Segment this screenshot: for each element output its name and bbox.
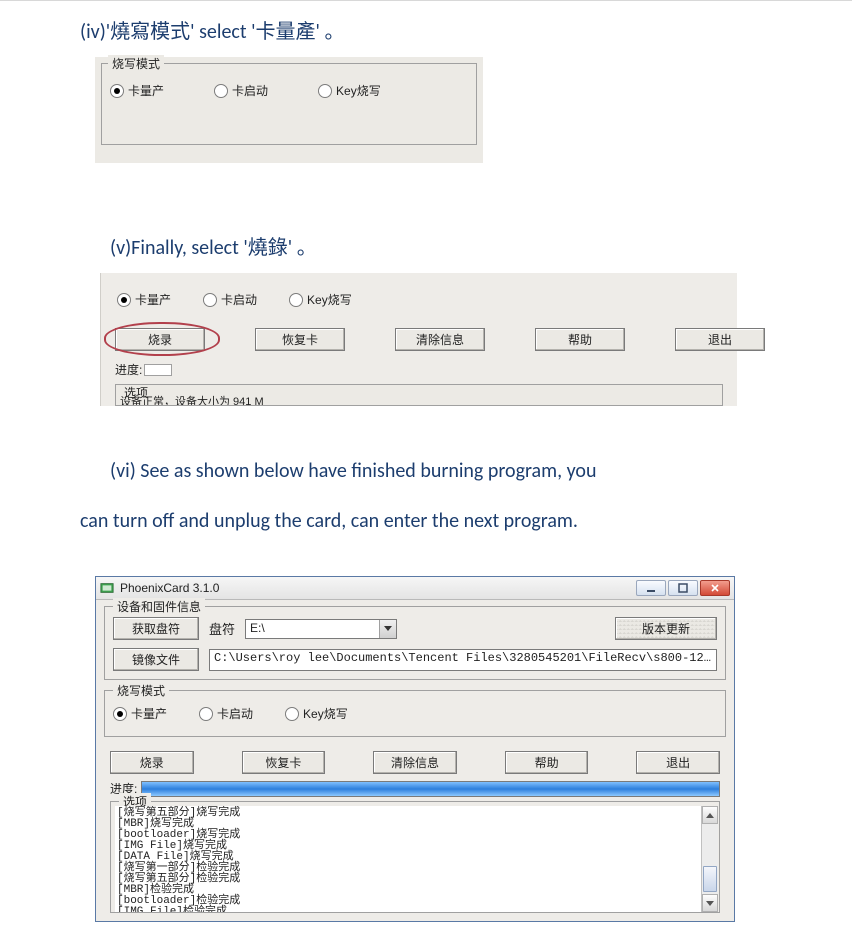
minimize-button[interactable] [636, 580, 666, 596]
burn-mode-legend: 烧写模式 [108, 55, 164, 72]
doc-step-vi-b: can turn off and unplug the card, can en… [80, 496, 772, 536]
progress-bar [141, 781, 720, 797]
options-status-text: 设备正常，设备大小为 941 M [120, 393, 264, 406]
disk-label: 盘符 [209, 619, 235, 638]
restore-button[interactable]: 恢复卡 [255, 328, 345, 351]
chevron-down-icon [379, 620, 396, 638]
help-button[interactable]: 帮助 [535, 328, 625, 351]
radio-mass-production[interactable]: 卡量产 [110, 82, 164, 99]
scrollbar[interactable] [701, 806, 718, 912]
scroll-up-icon[interactable] [702, 806, 718, 824]
burn-mode-group: 烧写模式 卡量产 卡启动 Key烧写 [104, 690, 726, 737]
radio-label: 卡量产 [128, 82, 164, 99]
app-icon [100, 581, 114, 595]
radio-label: Key烧写 [307, 291, 352, 308]
radio-label: 卡启动 [217, 705, 253, 722]
scroll-track[interactable] [702, 824, 718, 894]
radio-mass-production[interactable]: 卡量产 [113, 705, 167, 722]
fig-burn-buttons: 卡量产 卡启动 Key烧写 烧录 恢复卡 清除信息 帮助 退出 进度: 选项 设… [100, 273, 737, 406]
progress-label: 进度: [115, 361, 142, 378]
scroll-down-icon[interactable] [702, 894, 718, 912]
get-disk-button[interactable]: 获取盘符 [113, 617, 199, 640]
radio-card-boot[interactable]: 卡启动 [203, 291, 257, 308]
options-log-group: 选项 [烧写第五部分]烧写完成 [MBR]烧写完成 [bootloader]烧写… [110, 801, 720, 913]
window-titlebar[interactable]: PhoenixCard 3.1.0 [96, 577, 734, 600]
exit-button[interactable]: 退出 [675, 328, 765, 351]
burn-mode-fieldset: 烧写模式 卡量产 卡启动 Key烧写 [101, 63, 477, 145]
radio-label: Key烧写 [336, 82, 381, 99]
radio-label: 卡量产 [135, 291, 171, 308]
burn-button[interactable]: 烧录 [110, 751, 194, 774]
radio-label: Key烧写 [303, 705, 348, 722]
radio-key-burn[interactable]: Key烧写 [289, 291, 352, 308]
doc-step-vi-a: (vi) See as shown below have finished bu… [110, 446, 772, 486]
log-output: [烧写第五部分]烧写完成 [MBR]烧写完成 [bootloader]烧写完成 … [115, 806, 701, 912]
image-path-field[interactable]: C:\Users\roy lee\Documents\Tencent Files… [209, 649, 717, 671]
group-legend: 烧写模式 [113, 682, 169, 699]
group-legend: 设备和固件信息 [113, 598, 205, 615]
disk-select[interactable]: E:\ [245, 619, 397, 639]
burn-button[interactable]: 烧录 [115, 328, 205, 351]
device-firmware-group: 设备和固件信息 获取盘符 盘符 E:\ 版本更新 镜像文件 C:\Users\ [104, 606, 726, 680]
phoenixcard-window: PhoenixCard 3.1.0 设备和固件信息 [95, 576, 735, 922]
progress-bar [144, 364, 172, 376]
restore-button[interactable]: 恢复卡 [242, 751, 326, 774]
clear-button[interactable]: 清除信息 [373, 751, 457, 774]
scroll-thumb[interactable] [703, 866, 717, 892]
help-button[interactable]: 帮助 [505, 751, 589, 774]
disk-select-value: E:\ [246, 620, 379, 638]
radio-label: 卡启动 [232, 82, 268, 99]
radio-label: 卡启动 [221, 291, 257, 308]
window-title-text: PhoenixCard 3.1.0 [120, 581, 219, 595]
fig-burn-mode-small: 烧写模式 卡量产 卡启动 Key烧写 [95, 57, 483, 163]
radio-key-burn[interactable]: Key烧写 [318, 82, 381, 99]
update-button[interactable]: 版本更新 [615, 617, 717, 640]
clear-button[interactable]: 清除信息 [395, 328, 485, 351]
radio-mass-production[interactable]: 卡量产 [117, 291, 171, 308]
image-file-button[interactable]: 镜像文件 [113, 648, 199, 671]
doc-step-v: (v)Finally, select '燒錄' 。 [110, 223, 772, 263]
radio-key-burn[interactable]: Key烧写 [285, 705, 348, 722]
doc-step-iv: (iv)'燒寫模式' select '卡量產' 。 [80, 7, 772, 47]
radio-card-boot[interactable]: 卡启动 [199, 705, 253, 722]
exit-button[interactable]: 退出 [636, 751, 720, 774]
maximize-button[interactable] [668, 580, 698, 596]
radio-label: 卡量产 [131, 705, 167, 722]
close-button[interactable] [700, 580, 730, 596]
radio-card-boot[interactable]: 卡启动 [214, 82, 268, 99]
